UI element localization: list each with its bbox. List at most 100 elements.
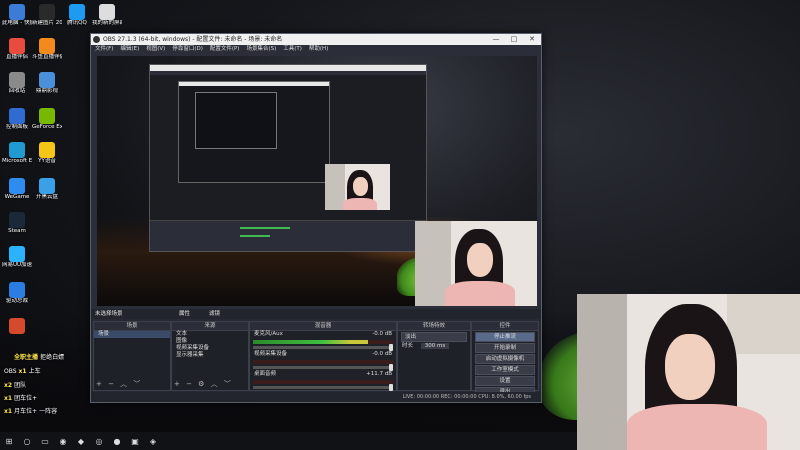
- obs-window: OBS 27.1.3 (64-bit, windows) - 配置文件: 未命名…: [90, 33, 542, 403]
- desktop-icon-label: 我的新的屏幕 快导: [92, 20, 122, 26]
- app-taskbar-icon[interactable]: ◆: [72, 432, 90, 450]
- app-icon: [9, 246, 25, 262]
- desktop-icon-label: GeForce Experience: [32, 124, 62, 130]
- mixer-header: 混音器: [250, 322, 396, 331]
- volume-slider[interactable]: [253, 364, 393, 371]
- app-icon: [9, 4, 25, 20]
- volume-slider-handle[interactable]: [389, 364, 393, 371]
- obs-window-title: OBS 27.1.3 (64-bit, windows) - 配置文件: 未命名…: [103, 36, 283, 43]
- overlay-text: 团车位+: [14, 395, 38, 402]
- desktop-icon[interactable]: 此电脑 - 快捷方式: [2, 4, 32, 27]
- desktop-icon[interactable]: 斗鱼直播伴侣: [32, 38, 62, 61]
- overlay-text: 拒绝白嫖: [40, 354, 65, 361]
- filters-button[interactable]: 滤镜: [209, 309, 220, 319]
- properties-button[interactable]: 属性: [179, 309, 190, 319]
- desktop-icon[interactable]: [2, 318, 32, 334]
- menu-profile[interactable]: 配置文件(P): [210, 45, 240, 54]
- desktop-icon[interactable]: 驱动总裁: [2, 282, 32, 305]
- desktop-icon-label: 驱动总裁: [5, 298, 28, 304]
- source-item[interactable]: 视频采集设备: [172, 345, 248, 352]
- desktop-icon[interactable]: 鼎鼎影视: [32, 72, 62, 95]
- controls-header: 控件: [472, 322, 538, 331]
- sources-panel: 来源 文本 图像 视频采集设备 显示器采集 + − ⚙ ︿ ﹀: [171, 321, 249, 391]
- overlay-line: OBS x1 上车: [4, 366, 41, 375]
- overlay-highlight: x1: [4, 395, 15, 402]
- app-icon: [9, 318, 25, 334]
- studio-mode-button[interactable]: 工作室模式: [475, 365, 535, 375]
- sources-footer-buttons[interactable]: + − ⚙ ︿ ﹀: [174, 379, 233, 389]
- desktop-icon[interactable]: 直播伴侣: [2, 38, 32, 61]
- menu-scene-collection[interactable]: 场景集合(S): [246, 45, 276, 54]
- start-recording-button[interactable]: 开始录制: [475, 343, 535, 353]
- overlay-line: x2 团队: [4, 380, 26, 389]
- desktop-icon[interactable]: WeGame: [2, 178, 32, 201]
- transition-duration-row: 时长 300 ms: [398, 343, 470, 350]
- menu-file[interactable]: 文件(F): [95, 45, 113, 54]
- source-item[interactable]: 文本: [172, 331, 248, 338]
- task-view-icon[interactable]: ▭: [36, 432, 54, 450]
- settings-button[interactable]: 设置: [475, 376, 535, 386]
- volume-slider-handle[interactable]: [389, 384, 393, 391]
- desktop-icon-label: 控制面板: [5, 124, 28, 130]
- close-button[interactable]: ✕: [523, 34, 541, 45]
- windows-taskbar: ⊞ ○ ▭ ◉ ◆ ◎ ● ▣ ◈: [0, 432, 577, 450]
- app-icon: [9, 212, 25, 228]
- desktop-icon[interactable]: GeForce Experience: [32, 108, 62, 131]
- app-taskbar-icon[interactable]: ◎: [90, 432, 108, 450]
- obs-titlebar[interactable]: OBS 27.1.3 (64-bit, windows) - 配置文件: 未命名…: [91, 34, 541, 45]
- desktop-icon[interactable]: 开黑云盘: [32, 178, 62, 201]
- obs-taskbar-icon[interactable]: ◉: [54, 432, 72, 450]
- duration-label: 时长: [402, 343, 414, 349]
- duration-input[interactable]: 300 ms: [420, 343, 450, 349]
- scenes-header: 场景: [94, 322, 170, 331]
- transition-type-select[interactable]: 淡出: [401, 332, 467, 342]
- menu-docks[interactable]: 停靠窗口(D): [172, 45, 203, 54]
- app-taskbar-icon[interactable]: ◈: [144, 432, 162, 450]
- desktop-icon-label: WeGame: [4, 194, 30, 200]
- app-taskbar-icon[interactable]: ●: [108, 432, 126, 450]
- desktop-icon-label: 直播伴侣: [5, 54, 28, 60]
- desktop-icon[interactable]: Microsoft Edge: [2, 142, 32, 165]
- desktop-icon-label: 斗鱼直播伴侣: [32, 54, 62, 60]
- source-item[interactable]: 图像: [172, 338, 248, 345]
- mixer-channel-db: -0.0 dB: [372, 351, 392, 357]
- obs-preview-canvas[interactable]: [97, 56, 537, 306]
- desktop-icon[interactable]: 腾讯QQ: [62, 4, 92, 27]
- mixer-channel-name: 视频采集设备: [254, 351, 288, 357]
- desktop-icon[interactable]: 我的新的屏幕 快导: [92, 4, 122, 27]
- desktop-icon-label: YY语音: [38, 158, 56, 164]
- volume-slider[interactable]: [253, 384, 393, 391]
- volume-slider[interactable]: [253, 344, 393, 351]
- desktop-icon-label: Steam: [8, 228, 26, 234]
- app-taskbar-icon[interactable]: ▣: [126, 432, 144, 450]
- desktop-icon[interactable]: YY语音: [32, 142, 62, 165]
- search-icon[interactable]: ○: [18, 432, 36, 450]
- volume-meter: [253, 380, 393, 384]
- start-virtual-camera-button[interactable]: 启动虚拟摄像机: [475, 354, 535, 364]
- mixer-channel-name: 麦克风/Aux: [254, 331, 283, 337]
- scene-item[interactable]: 场景: [94, 331, 170, 338]
- desktop-icon[interactable]: 新建图片 2021050...: [32, 4, 62, 27]
- desktop-icon[interactable]: Steam: [2, 212, 32, 235]
- desktop-icon-label: 开黑云盘: [35, 194, 58, 200]
- desktop-icon[interactable]: 控制面板: [2, 108, 32, 131]
- maximize-button[interactable]: □: [505, 34, 523, 45]
- source-item[interactable]: 显示器采集: [172, 352, 248, 359]
- menu-help[interactable]: 帮助(H): [309, 45, 328, 54]
- desktop-icon-label: 此电脑 - 快捷方式: [2, 20, 32, 26]
- desktop-icon[interactable]: 回收站: [2, 72, 32, 95]
- mixer-channel: 桌面音频 +11.7 dB: [250, 371, 396, 378]
- app-icon: [9, 178, 25, 194]
- menu-edit[interactable]: 编辑(E): [120, 45, 139, 54]
- start-icon[interactable]: ⊞: [0, 432, 18, 450]
- overlay-prefix: OBS: [4, 368, 19, 375]
- menu-view[interactable]: 视图(V): [146, 45, 165, 54]
- minimize-button[interactable]: —: [487, 34, 505, 45]
- desktop-icon[interactable]: 网易UU加速器: [2, 246, 32, 269]
- scenes-footer-buttons[interactable]: + − ︿ ﹀: [96, 379, 142, 389]
- app-icon: [99, 4, 115, 20]
- menu-tools[interactable]: 工具(T): [283, 45, 302, 54]
- volume-slider-handle[interactable]: [389, 344, 393, 351]
- stop-streaming-button[interactable]: 停止推流: [475, 332, 535, 342]
- desktop-icon-label: 新建图片 2021050...: [32, 20, 62, 26]
